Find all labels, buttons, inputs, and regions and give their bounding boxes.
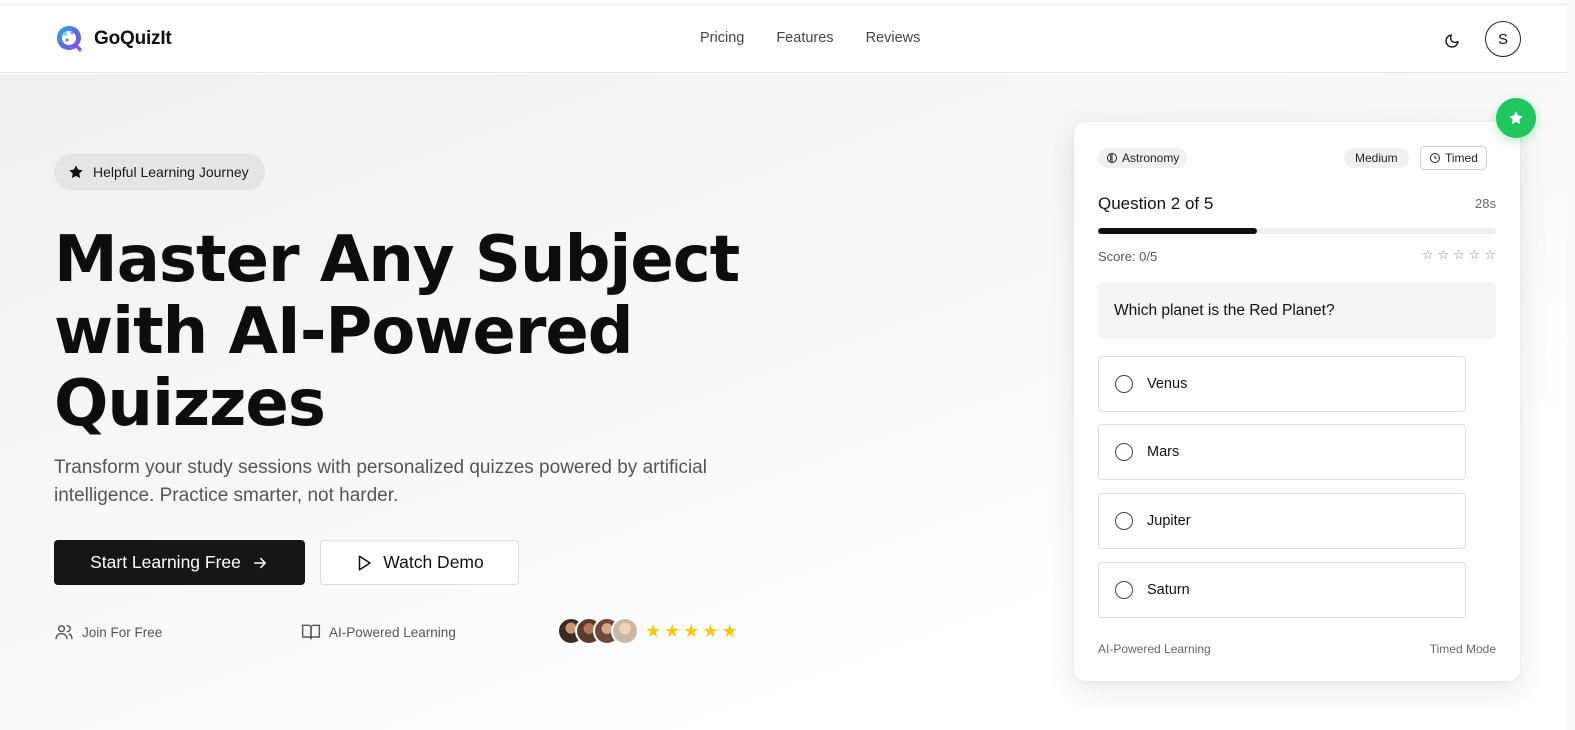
start-learning-label: Start Learning Free — [90, 552, 241, 572]
hero-title-line: with AI-Powered — [54, 295, 634, 369]
radio-icon[interactable] — [1115, 443, 1133, 461]
star-icon: ★ — [645, 621, 662, 641]
feature-join-free: Join For Free — [54, 622, 162, 642]
play-icon — [359, 555, 371, 570]
star-outline-icon: ☆ — [1453, 247, 1465, 262]
question-counter: Question 2 of 5 — [1098, 194, 1214, 213]
answer-option-saturn[interactable]: Saturn — [1098, 562, 1466, 618]
star-icon: ★ — [721, 621, 738, 641]
option-label: Mars — [1147, 444, 1180, 460]
feature-label: AI-Powered Learning — [329, 624, 456, 640]
clock-icon — [1430, 153, 1440, 163]
option-label: Venus — [1147, 376, 1188, 392]
star-icon: ★ — [683, 621, 700, 641]
hero-title: Master Any Subject with AI-Powered Quizz… — [54, 224, 814, 440]
hero-section: Helpful Learning Journey Master Any Subj… — [0, 74, 1567, 730]
avatar — [611, 617, 639, 645]
hero-title-line: Master Any Subject — [54, 223, 740, 297]
quiz-progress-bar — [1098, 228, 1496, 234]
option-label: Jupiter — [1147, 513, 1191, 529]
subject-tag: Astronomy — [1098, 148, 1188, 168]
progress-fill — [1098, 228, 1258, 234]
timed-tag: Timed — [1420, 146, 1487, 170]
feature-ai-learning: AI-Powered Learning — [301, 622, 456, 642]
question-text: Which planet is the Red Planet? — [1098, 282, 1496, 339]
avatar-stack — [557, 617, 639, 645]
book-icon — [301, 624, 321, 640]
site-header: GoQuizIt Pricing Features Reviews S — [0, 5, 1567, 73]
watch-demo-button[interactable]: Watch Demo — [320, 540, 519, 585]
theme-toggle-button[interactable] — [1440, 29, 1464, 53]
start-learning-button[interactable]: Start Learning Free — [54, 540, 305, 585]
answer-option-venus[interactable]: Venus — [1098, 356, 1466, 412]
social-proof: ★ ★ ★ ★ ★ — [557, 617, 738, 645]
quiz-card: Astronomy Medium Timed Question 2 of 5 2… — [1074, 122, 1520, 681]
star-icon: ★ — [702, 621, 719, 641]
star-icon — [1509, 111, 1523, 125]
difficulty-tag: Medium — [1344, 148, 1409, 168]
time-remaining: 28s — [1475, 196, 1496, 211]
star-outline-icon: ☆ — [1421, 247, 1434, 262]
nav-item-pricing[interactable]: Pricing — [700, 30, 744, 46]
main-nav: Pricing Features Reviews — [700, 30, 920, 46]
achievement-badge — [1496, 98, 1536, 138]
star-outline-icon: ☆ — [1437, 247, 1450, 262]
users-icon — [55, 625, 73, 640]
score-stars: ☆ ☆ ☆ ☆ ☆ — [1422, 248, 1496, 261]
radio-icon[interactable] — [1115, 375, 1133, 393]
star-outline-icon: ☆ — [1484, 247, 1496, 262]
planet-icon — [1107, 153, 1117, 163]
brand[interactable]: GoQuizIt — [54, 24, 172, 54]
timed-label: Timed — [1445, 151, 1478, 165]
radio-icon[interactable] — [1115, 512, 1133, 530]
moon-icon — [1445, 34, 1459, 48]
radio-icon[interactable] — [1115, 581, 1133, 599]
card-footer-right: Timed Mode — [1429, 642, 1496, 656]
nav-item-reviews[interactable]: Reviews — [866, 30, 921, 46]
pill-label: Helpful Learning Journey — [93, 164, 249, 180]
arrow-right-icon — [253, 557, 266, 568]
option-label: Saturn — [1147, 582, 1190, 598]
star-icon: ★ — [664, 621, 681, 641]
brand-name: GoQuizIt — [94, 28, 172, 49]
hero-pill-badge: Helpful Learning Journey — [54, 154, 265, 190]
rating-stars: ★ ★ ★ ★ ★ — [645, 622, 738, 640]
answer-option-jupiter[interactable]: Jupiter — [1098, 493, 1466, 549]
hero-title-line: Quizzes — [54, 367, 326, 441]
subject-label: Astronomy — [1122, 151, 1180, 165]
card-footer-left: AI-Powered Learning — [1098, 642, 1211, 656]
star-outline-icon: ☆ — [1468, 247, 1481, 262]
answer-option-mars[interactable]: Mars — [1098, 424, 1466, 480]
nav-item-features[interactable]: Features — [776, 30, 833, 46]
user-avatar-button[interactable]: S — [1485, 21, 1521, 57]
watch-demo-label: Watch Demo — [383, 552, 484, 572]
star-icon — [69, 165, 83, 179]
scrollbar[interactable] — [1567, 0, 1575, 730]
score-label: Score: 0/5 — [1098, 249, 1158, 264]
brand-logo-icon — [57, 26, 82, 52]
feature-label: Join For Free — [82, 624, 163, 640]
hero-subtitle: Transform your study sessions with perso… — [54, 457, 707, 506]
